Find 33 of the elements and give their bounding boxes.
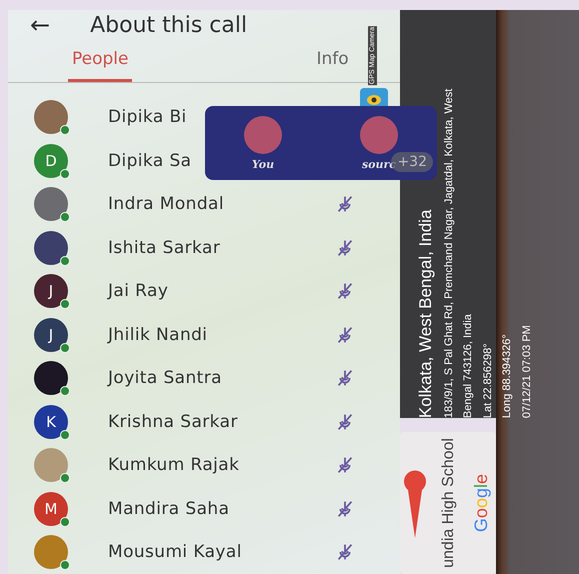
participant-name: Jhilik Nandi [108,324,208,345]
avatar: J [34,274,68,308]
call-tile[interactable]: You sourc+32 [205,106,437,180]
address-text: Bengal 743126, India [462,313,475,418]
avatar: M [34,492,68,526]
participant-name: Krishna Sarkar [108,412,238,432]
participant-name: Mandira Saha [108,498,230,519]
google-logo: Google [471,474,492,532]
longitude-text: Long 88.394326° [501,333,514,418]
participant-name: Dipika Bi [108,107,187,128]
tile-label: You [252,158,274,170]
avatar: J [34,318,68,352]
participant-name: Ishita Sarkar [108,238,220,258]
datetime-text: 07/12/21 07:03 PM [521,324,534,418]
tab[interactable]: People [68,42,132,82]
participant-name: Jai Ray [108,281,168,302]
participant-name: Joyita Santra [108,368,222,388]
participant-photo [244,116,282,154]
avatar: K [34,404,68,439]
participant-name: Dipika Sa [108,150,192,171]
latitude-text: Lat 22.856298° [482,342,494,418]
page-title: About this call [90,12,248,38]
participant-name: Mousumi Kayal [108,542,242,562]
back-button[interactable]: ← [30,11,50,40]
map-place-label: undia High School [440,438,458,568]
tab[interactable]: Info [312,42,353,82]
participant-name: Kumkum Rajak [108,455,240,476]
participant-photo [360,116,398,154]
participant-name: Indra Mondal [108,194,224,214]
map-pin-icon [404,468,426,538]
tile-label: sourc [362,158,396,170]
address-text: 183/9/1, S Pal Ghat Rd, Premchand Nagar, Jagatdal, Kolkata, West [442,88,456,418]
avatar: D [34,144,68,178]
